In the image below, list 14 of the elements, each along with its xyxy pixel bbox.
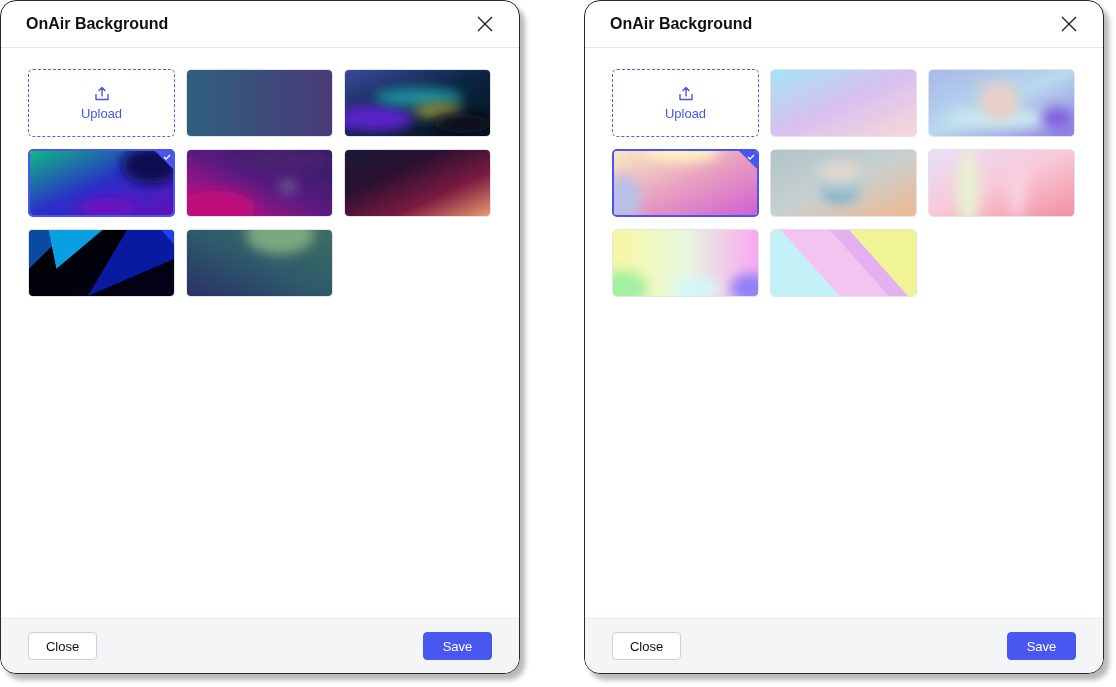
check-icon [739, 151, 757, 169]
dialog-title: OnAir Background [610, 15, 753, 33]
close-icon[interactable] [1061, 16, 1077, 32]
upload-icon [93, 85, 110, 102]
close-icon[interactable] [477, 16, 493, 32]
close-button[interactable]: Close [28, 632, 97, 660]
upload-button[interactable]: Upload [612, 69, 759, 137]
upload-icon [677, 85, 694, 102]
save-button[interactable]: Save [1007, 632, 1076, 660]
save-button[interactable]: Save [423, 632, 492, 660]
close-button[interactable]: Close [612, 632, 681, 660]
upload-button[interactable]: Upload [28, 69, 175, 137]
check-icon [155, 151, 173, 169]
dialog-title: OnAir Background [26, 15, 169, 33]
